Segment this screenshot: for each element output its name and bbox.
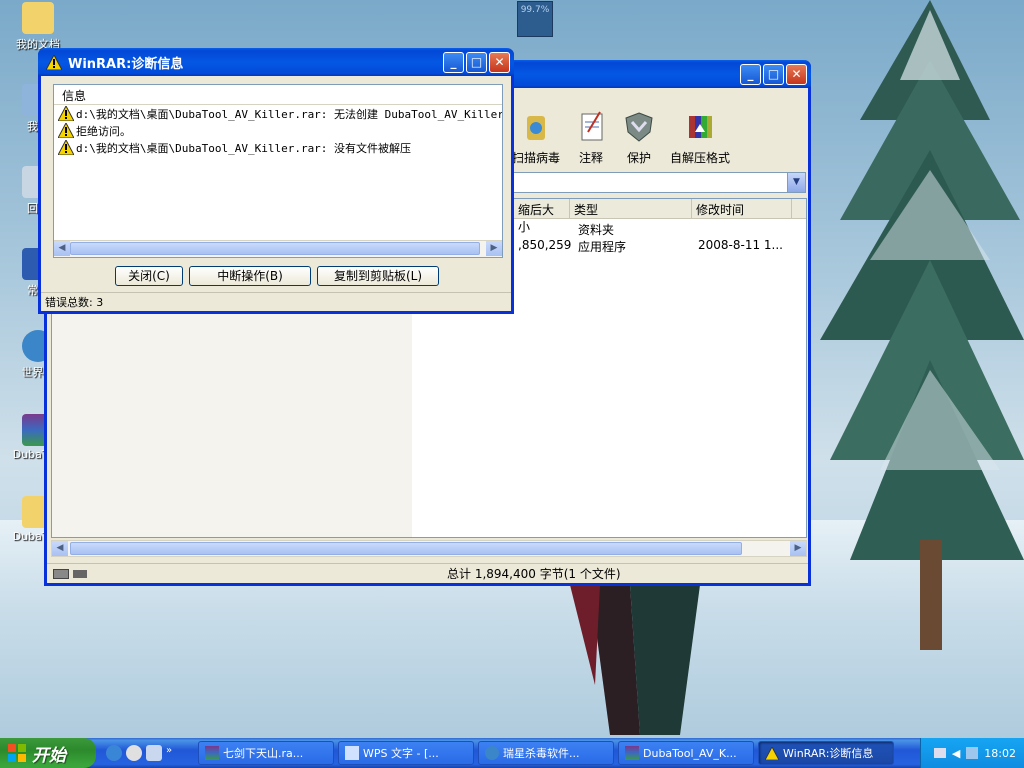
file-row[interactable]: ,850,259 应用程序 2008-8-11 1...: [514, 237, 806, 254]
close-button[interactable]: ✕: [489, 51, 510, 73]
message-row[interactable]: d:\我的文档\桌面\DubaTool_AV_Killer.rar: 没有文件被…: [54, 139, 502, 156]
close-dialog-button[interactable]: 关闭(C): [115, 266, 183, 286]
taskbar: 开始 » 七剑下天山.ra... WPS 文字 - [... 瑞星杀毒软件...…: [0, 738, 1024, 768]
system-tray: ◀ 18:02: [920, 738, 1024, 768]
column-type[interactable]: 类型: [570, 199, 692, 218]
keyboard-icon[interactable]: [933, 748, 946, 758]
chevron-down-icon[interactable]: ▼: [787, 173, 805, 192]
rar-archive-icon: [205, 746, 219, 760]
status-total: 总计 1,894,400 字节(1 个文件): [447, 567, 621, 581]
message-row[interactable]: 拒绝访问。: [54, 122, 502, 139]
comment-icon: [581, 111, 603, 141]
wallpaper-tree: [820, 0, 1024, 650]
main-horizontal-scrollbar[interactable]: ◀ ▶: [51, 540, 807, 557]
desktop-icon-my-documents[interactable]: 我的文档: [8, 2, 68, 52]
toolbar-protect-button[interactable]: 保护: [622, 110, 656, 166]
scroll-thumb[interactable]: [70, 542, 742, 555]
message-header: 信息: [54, 85, 502, 105]
diagnostic-dialog: WinRAR:诊断信息 _ □ ✕ 信息 d:\我的文档\桌面\DubaTool…: [38, 48, 514, 314]
start-button[interactable]: 开始: [0, 738, 96, 768]
key-icon: [73, 569, 87, 578]
taskbar-item[interactable]: 瑞星杀毒软件...: [478, 741, 614, 765]
taskbar-item[interactable]: WPS 文字 - [...: [338, 741, 474, 765]
toolbar-scan-virus-button[interactable]: 扫描病毒: [512, 110, 560, 166]
column-modified[interactable]: 修改时间: [692, 199, 792, 218]
app-icon[interactable]: [146, 745, 162, 761]
main-status-bar: 总计 1,894,400 字节(1 个文件): [47, 563, 808, 583]
rar-archive-icon: [625, 746, 639, 760]
minimize-button[interactable]: _: [740, 63, 761, 85]
scroll-right-icon[interactable]: ▶: [486, 241, 502, 256]
network-icon[interactable]: [966, 747, 979, 759]
warning-icon: [58, 140, 74, 155]
column-size[interactable]: 缩后大小: [514, 199, 570, 234]
toolbar-comment-button[interactable]: 注释: [574, 110, 608, 166]
taskbar-item[interactable]: DubaTool_AV_K...: [618, 741, 754, 765]
close-button[interactable]: ✕: [786, 63, 807, 85]
abort-button[interactable]: 中断操作(B): [189, 266, 311, 286]
dialog-title: WinRAR:诊断信息: [68, 56, 184, 72]
cpu-meter: 99.7%: [517, 1, 553, 37]
ie-icon[interactable]: [106, 745, 122, 761]
windows-logo-icon: [8, 744, 26, 762]
warning-icon: [58, 123, 74, 138]
message-list: 信息 d:\我的文档\桌面\DubaTool_AV_Killer.rar: 无法…: [53, 84, 503, 258]
warning-icon: [46, 54, 62, 70]
warning-icon: [58, 106, 74, 121]
dialog-horizontal-scrollbar[interactable]: ◀ ▶: [54, 240, 502, 257]
drive-icon: [53, 568, 69, 579]
maximize-button[interactable]: □: [466, 51, 487, 73]
wps-icon: [345, 746, 359, 760]
copy-to-clipboard-button[interactable]: 复制到剪贴板(L): [317, 266, 439, 286]
clock: 18:02: [984, 746, 1016, 760]
file-row[interactable]: 资料夹: [514, 220, 806, 237]
chevron-left-icon[interactable]: ◀: [952, 747, 960, 760]
scan-virus-icon: [527, 116, 545, 140]
error-total: 错误总数: 3: [41, 292, 511, 312]
scroll-left-icon[interactable]: ◀: [52, 541, 68, 556]
dialog-title-bar[interactable]: WinRAR:诊断信息 _ □ ✕: [38, 48, 514, 76]
column-header: 缩后大小 类型 修改时间: [514, 199, 806, 234]
toolbar-sfx-button[interactable]: 自解压格式: [670, 110, 730, 166]
globe-icon: [485, 746, 499, 760]
scroll-right-icon[interactable]: ▶: [790, 541, 806, 556]
media-player-icon[interactable]: [126, 745, 142, 761]
taskbar-item[interactable]: 七剑下天山.ra...: [198, 741, 334, 765]
folder-icon: [22, 2, 54, 34]
toolbar: 扫描病毒 注释 保护 自解压格式: [512, 110, 730, 166]
quick-launch: »: [106, 745, 198, 761]
message-row[interactable]: d:\我的文档\桌面\DubaTool_AV_Killer.rar: 无法创建 …: [54, 105, 502, 122]
path-combobox[interactable]: ▼: [513, 172, 806, 193]
warning-icon: [765, 746, 779, 760]
taskbar-item-active[interactable]: WinRAR:诊断信息: [758, 741, 894, 765]
sfx-icon: [689, 116, 713, 138]
wallpaper-character: [570, 585, 700, 735]
minimize-button[interactable]: _: [443, 51, 464, 73]
chevron-right-icon[interactable]: »: [166, 745, 174, 761]
protect-icon: [625, 112, 653, 142]
scroll-left-icon[interactable]: ◀: [54, 241, 70, 256]
maximize-button[interactable]: □: [763, 63, 784, 85]
scroll-thumb[interactable]: [70, 242, 480, 255]
